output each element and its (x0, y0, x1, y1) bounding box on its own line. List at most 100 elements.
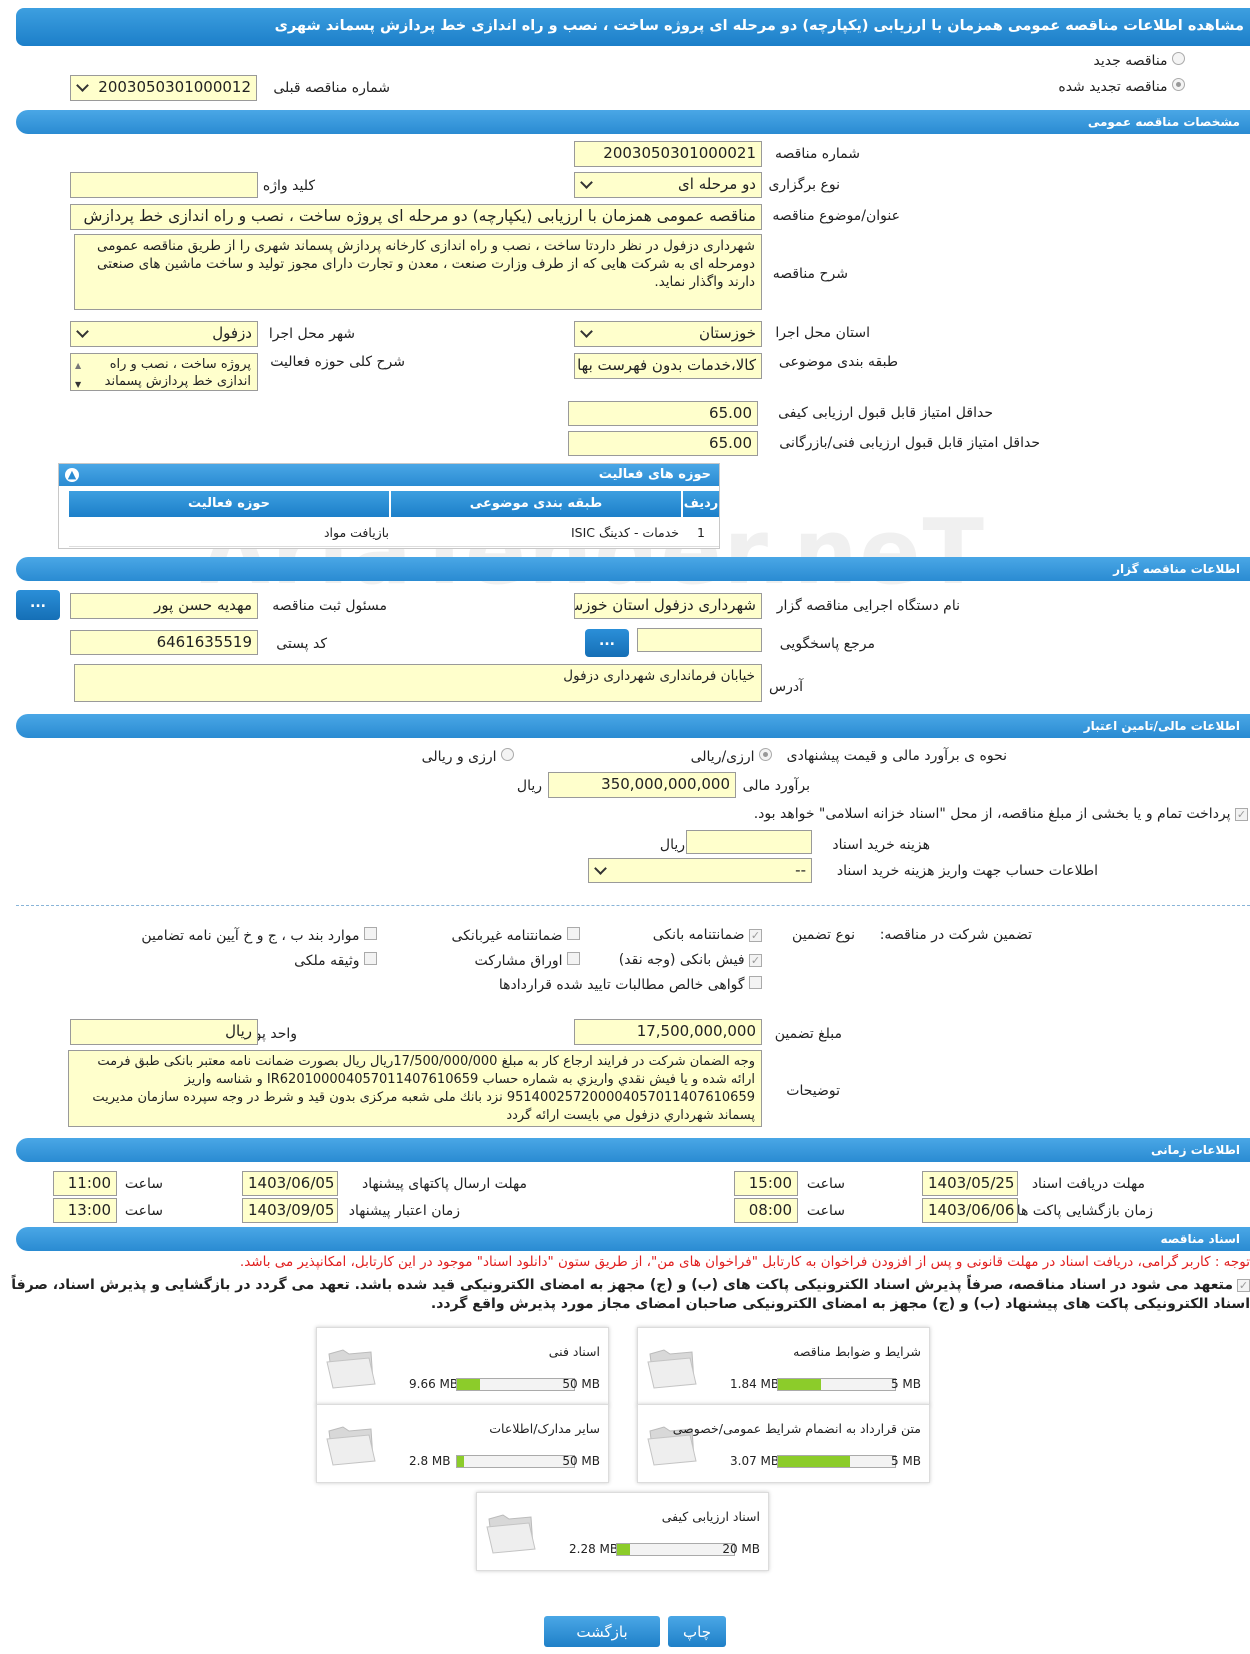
number-field[interactable]: 2003050301000021 (574, 141, 762, 167)
postal-field[interactable]: 6461635519 (70, 630, 258, 655)
guarantee-bank-checkbox[interactable]: ✓ (749, 929, 762, 942)
city-label: شهر محل اجرا (268, 326, 355, 342)
chevron-down-icon (76, 79, 89, 92)
validity-time-field[interactable]: 13:00 (53, 1198, 117, 1223)
open-time-label: ساعت (806, 1203, 845, 1219)
doc-card[interactable]: اسناد ارزیابی کیفی 2.28 MB 20 MB (476, 1492, 769, 1571)
doc-card[interactable]: اسناد فنی 9.66 MB 50 MB (316, 1327, 609, 1406)
org-label: نام دستگاه اجرایی مناقصه گزار (776, 598, 960, 614)
guarantee-option-regulation[interactable]: موارد بند ب ، ج و خ آیین نامه تضامین (141, 927, 377, 944)
section-finance-title: اطلاعات مالی/تامین اعتبار (1083, 719, 1240, 733)
renewed-tender-radio[interactable] (1172, 78, 1185, 91)
province-select[interactable]: خوزستان (574, 321, 762, 347)
method-currency-rial-option[interactable]: ارزی/ریالی (691, 748, 772, 765)
guarantee-option-bank[interactable]: ✓ ضمانتنامه بانکی (653, 927, 762, 943)
guarantee-cash-checkbox[interactable]: ✓ (749, 954, 762, 967)
send-time-field[interactable]: 11:00 (53, 1171, 117, 1196)
holding-type-label: نوع برگزاری (768, 177, 840, 193)
keyword-label: کلید واژه (262, 178, 315, 194)
category-field[interactable]: کالا،خدمات بدون فهرست بها (574, 353, 762, 379)
guarantee-option-nonbank[interactable]: ضمانتنامه غیربانکی (452, 927, 580, 944)
guarantee-amount-field[interactable]: 17,500,000,000 (574, 1019, 762, 1045)
method-currency-and-rial-radio[interactable] (501, 748, 514, 761)
guarantee-property-checkbox[interactable] (364, 952, 377, 965)
ref-field[interactable] (637, 628, 762, 652)
guarantee-bonds-label: اوراق مشارکت (474, 953, 563, 969)
scroll-down-icon[interactable]: ▼ (75, 376, 81, 390)
guarantee-bonds-checkbox[interactable] (567, 952, 580, 965)
city-select[interactable]: دزفول (70, 321, 258, 347)
activity-desc-value: پروژه ساخت ، نصب و راه اندازی خط پردازش … (104, 357, 251, 389)
doc-fee-field[interactable] (686, 830, 812, 854)
address-field[interactable]: خیابان فرمانداری شهرداری دزفول (74, 664, 762, 702)
chevron-down-icon (580, 176, 593, 189)
guarantee-regulation-checkbox[interactable] (364, 927, 377, 940)
doc-max: 50 MB (562, 1454, 600, 1468)
currency-unit-field[interactable]: ریال (70, 1019, 258, 1045)
registrar-field[interactable]: مهدیه حسن پور (70, 593, 258, 619)
guarantee-option-property[interactable]: وثیقه ملکی (294, 952, 377, 969)
section-documents-title: اسناد مناقصه (1160, 1232, 1240, 1246)
category-label: طبقه بندی موضوعی (778, 354, 898, 370)
guarantee-option-bonds[interactable]: اوراق مشارکت (474, 952, 580, 969)
doc-progress (777, 1455, 896, 1468)
guarantee-option-cash[interactable]: ✓ فیش بانکی (وجه نقد) (619, 952, 762, 968)
description-field[interactable]: شهرداری دزفول در نظر داردتا ساخت ، نصب و… (74, 234, 762, 310)
doc-title: اسناد ارزیابی کیفی (661, 1509, 760, 1524)
scroll-up-icon[interactable]: ▲ (75, 357, 81, 374)
treasury-checkbox[interactable]: ✓ (1235, 808, 1248, 821)
registrar-more-button[interactable]: ... (16, 590, 60, 620)
doc-progress-fill (617, 1544, 631, 1555)
estimate-field[interactable]: 350,000,000,000 (548, 772, 736, 798)
guarantee-type-label: نوع تضمین (792, 927, 855, 943)
activity-desc-field[interactable]: پروژه ساخت ، نصب و راه اندازی خط پردازش … (70, 353, 258, 391)
prev-number-select[interactable]: 2003050301000012 (70, 75, 257, 101)
section-timing-title: اطلاعات زمانی (1151, 1143, 1240, 1157)
new-tender-option[interactable]: مناقصه جدید (1094, 52, 1185, 69)
guarantee-regulation-label: موارد بند ب ، ج و خ آیین نامه تضامین (141, 928, 360, 944)
renewed-tender-option[interactable]: مناقصه تجدید شده (1058, 78, 1185, 95)
method-currency-and-rial-label: ارزی و ریالی (421, 749, 497, 765)
commitment-checkbox[interactable]: ✓ (1237, 1279, 1250, 1292)
print-button[interactable]: چاپ (668, 1616, 726, 1647)
account-label: اطلاعات حساب جهت واریز هزینه خرید اسناد (836, 863, 1098, 879)
doc-card[interactable]: سایر مدارک/اطلاعات 2.8 MB 50 MB (316, 1404, 609, 1483)
doc-card[interactable]: متن قرارداد به انضمام شرایط عمومی/خصوصی … (637, 1404, 930, 1483)
doc-max: 50 MB (562, 1377, 600, 1391)
ref-more-button[interactable]: ... (585, 629, 629, 657)
back-button[interactable]: بازگشت (544, 1616, 660, 1647)
doc-progress-fill (778, 1456, 850, 1467)
method-currency-and-rial-option[interactable]: ارزی و ریالی (422, 748, 514, 765)
holding-type-select[interactable]: دو مرحله ای (574, 172, 762, 198)
commitment-text: متعهد می شود در اسناد مناقصه، صرفاً پذیر… (11, 1277, 1250, 1312)
open-time-field[interactable]: 08:00 (734, 1198, 798, 1223)
collapse-icon[interactable]: ▲ (65, 468, 79, 482)
min-quality-field[interactable]: 65.00 (568, 401, 758, 426)
receive-time-field[interactable]: 15:00 (734, 1171, 798, 1196)
keyword-input[interactable] (70, 172, 258, 198)
notes-label: توضیحات (786, 1083, 840, 1099)
table-row[interactable]: 1 خدمات - کدینگ ISIC بازیافت مواد (69, 519, 719, 547)
method-currency-rial-radio[interactable] (759, 748, 772, 761)
account-select[interactable]: -- (588, 858, 812, 883)
validity-date-field[interactable]: 1403/09/05 (242, 1198, 338, 1223)
guarantee-option-claims[interactable]: گواهی خالص مطالبات تایید شده قراردادها (499, 976, 762, 993)
open-date-field[interactable]: 1403/06/06 (922, 1198, 1018, 1223)
doc-card[interactable]: شرایط و ضوابط مناقصه 1.84 MB 5 MB (637, 1327, 930, 1406)
receive-date-field[interactable]: 1403/05/25 (922, 1171, 1018, 1196)
guarantee-claims-checkbox[interactable] (749, 976, 762, 989)
subject-field[interactable]: مناقصه عمومی همزمان با ارزیابی (یکپارچه)… (70, 204, 762, 230)
prev-number-label: شماره مناقصه قبلی (273, 80, 390, 96)
notes-field[interactable]: وجه الضمان شرکت در فرایند ارجاع کار به م… (68, 1050, 762, 1127)
row-category: خدمات - کدینگ ISIC (571, 525, 679, 540)
doc-progress (777, 1378, 896, 1391)
new-tender-radio[interactable] (1172, 52, 1185, 65)
min-tech-field[interactable]: 65.00 (568, 431, 758, 456)
guarantee-nonbank-checkbox[interactable] (567, 927, 580, 940)
receive-time-label: ساعت (806, 1176, 845, 1192)
send-date-field[interactable]: 1403/06/05 (242, 1171, 338, 1196)
org-field[interactable]: شهرداری دزفول استان خوزستان (574, 593, 762, 619)
treasury-option[interactable]: ✓ پرداخت تمام و یا بخشی از مبلغ مناقصه، … (754, 806, 1248, 822)
estimate-unit: ریال (516, 778, 542, 794)
folder-icon (326, 1426, 376, 1466)
